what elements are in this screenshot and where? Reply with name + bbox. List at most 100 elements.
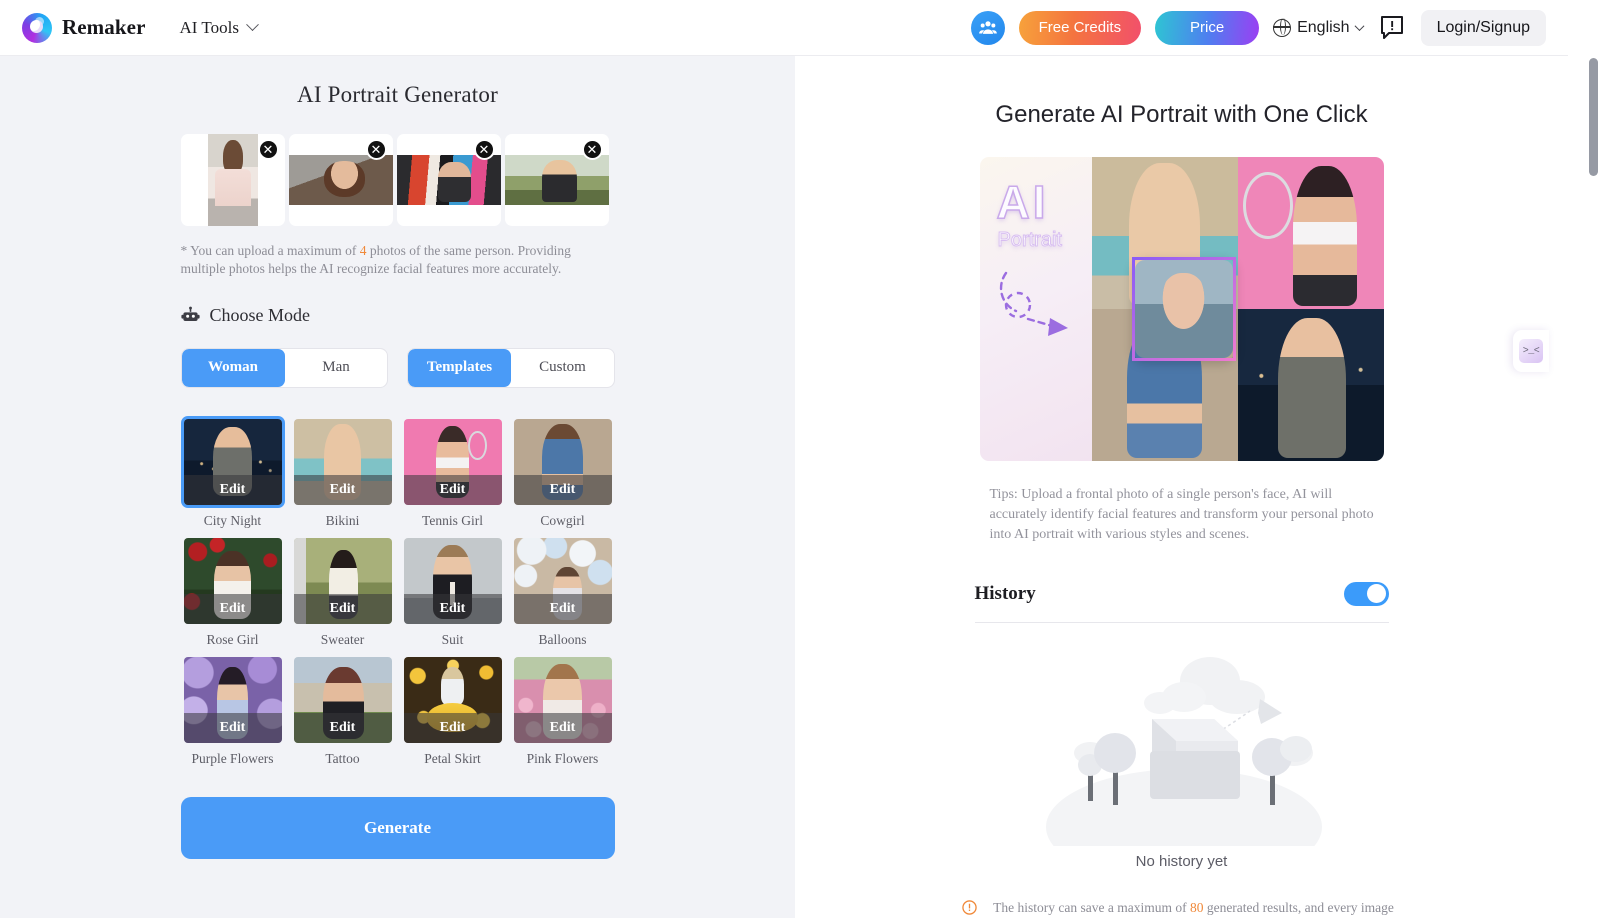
template-edit-button[interactable]: Edit [403,712,502,743]
free-credits-button[interactable]: Free Credits [1018,10,1142,45]
feedback-icon[interactable] [1377,13,1407,43]
template-thumbnail[interactable]: Edit [180,415,285,508]
history-notice: The history can save a maximum of 80 gen… [961,898,1402,918]
template-city-night[interactable]: Edit City Night [180,415,285,529]
template-thumbnail[interactable]: Edit [511,535,615,627]
left-panel: AI Portrait Generator ✕ ✕ ✕ ✕ * You can … [0,56,795,918]
style-option-custom[interactable]: Custom [511,349,614,387]
template-edit-button[interactable]: Edit [513,474,612,505]
price-button[interactable]: Price [1155,10,1260,45]
template-thumbnail[interactable]: Edit [401,654,505,746]
chevron-down-icon [1354,21,1365,32]
template-purple-flowers[interactable]: Edit Purple Flowers [181,654,285,767]
left-content: ✕ ✕ ✕ ✕ * You can upload a maximum of 4 … [180,134,615,859]
tips-text: Tips: Upload a frontal photo of a single… [989,487,1374,542]
hero-photo-tennis [1237,157,1384,309]
template-thumbnail[interactable]: Edit [181,654,285,746]
template-grid: Edit City Night Edit Bikini Edit Tennis … [180,415,615,767]
uploaded-photo-2[interactable]: ✕ [288,134,393,226]
remove-photo-2-button[interactable]: ✕ [365,139,387,160]
template-thumbnail[interactable]: Edit [291,654,395,746]
remove-photo-4-button[interactable]: ✕ [581,139,603,160]
template-edit-button[interactable]: Edit [513,593,612,624]
right-panel-title: Generate AI Portrait with One Click [995,101,1368,128]
template-edit-button[interactable]: Edit [403,474,502,505]
template-pink-flowers[interactable]: Edit Pink Flowers [511,654,615,767]
mode-toggles: Woman Man Templates Custom [180,347,615,388]
template-label: Tattoo [325,750,360,766]
template-edit-button[interactable]: Edit [183,593,282,624]
hero-source-face-inset [1131,257,1236,361]
nav-ai-tools[interactable]: AI Tools [179,17,259,38]
choose-mode-label: Choose Mode [180,305,615,326]
uploaded-photos-row: ✕ ✕ ✕ ✕ [180,134,615,226]
empty-state-text: No history yet [1135,852,1228,870]
photo-preview [504,155,609,205]
history-toggle[interactable] [1343,581,1389,606]
template-edit-button[interactable]: Edit [183,712,282,743]
template-label: Suit [441,631,464,647]
login-signup-button[interactable]: Login/Signup [1420,9,1546,46]
language-selector[interactable]: English [1272,17,1365,37]
page-title: AI Portrait Generator [297,82,498,107]
template-thumbnail[interactable]: Edit [511,654,615,746]
template-edit-button[interactable]: Edit [513,712,612,743]
uploaded-photo-4[interactable]: ✕ [504,134,609,226]
upload-hint-pre: * You can upload a maximum of [180,243,360,258]
nav-ai-tools-label: AI Tools [179,17,239,37]
inset-face [1159,272,1207,334]
template-balloons[interactable]: Edit Balloons [511,535,615,648]
remaker-logo-icon [22,12,52,43]
top-header: Remaker AI Tools Free Credits Price Engl… [0,0,1568,56]
hero-collage: AI Portrait [979,157,1384,461]
template-bikini[interactable]: Edit Bikini [291,416,395,529]
robot-icon [180,306,200,321]
template-suit[interactable]: Edit Suit [401,535,505,648]
template-edit-button[interactable]: Edit [293,474,392,505]
scrollbar-thumb[interactable] [1589,58,1598,176]
brand[interactable]: Remaker [22,12,146,43]
template-petal-skirt[interactable]: Edit Petal Skirt [401,654,505,767]
history-toggle-knob [1367,584,1386,604]
template-thumbnail[interactable]: Edit [291,535,395,627]
generate-button[interactable]: Generate [180,796,615,859]
people-icon[interactable] [970,10,1005,45]
template-label: Petal Skirt [424,750,481,766]
photo-preview [288,155,393,205]
uploaded-photo-3[interactable]: ✕ [396,134,501,226]
remove-photo-1-button[interactable]: ✕ [257,139,279,160]
template-cowgirl[interactable]: Edit Cowgirl [511,416,615,529]
chevron-down-icon [246,18,259,32]
template-tennis-girl[interactable]: Edit Tennis Girl [401,416,505,529]
hero-portrait-text: Portrait [997,229,1062,252]
notice-max: 80 [1189,899,1204,915]
template-thumbnail[interactable]: Edit [511,416,615,508]
gender-option-woman[interactable]: Woman [181,348,285,387]
template-label: Cowgirl [540,512,585,528]
uploaded-photo-1[interactable]: ✕ [180,134,285,226]
template-edit-button[interactable]: Edit [403,593,502,624]
history-notice-text: The history can save a maximum of 80 gen… [986,898,1402,918]
panel-collapse-tab[interactable]: >_< [1513,330,1549,372]
template-sweater[interactable]: Edit Sweater [291,535,395,648]
template-label: Balloons [538,631,587,647]
page-scrollbar[interactable] [1586,56,1600,918]
template-edit-button[interactable]: Edit [293,712,392,743]
template-label: Sweater [320,631,365,647]
template-tattoo[interactable]: Edit Tattoo [291,654,395,767]
photo-preview [207,134,258,226]
remove-photo-3-button[interactable]: ✕ [473,139,495,160]
brand-name: Remaker [62,15,146,39]
template-edit-button[interactable]: Edit [293,593,392,624]
template-thumbnail[interactable]: Edit [401,535,505,627]
template-thumbnail[interactable]: Edit [181,535,285,627]
template-label: Purple Flowers [191,750,274,766]
photo-preview [396,155,501,205]
style-option-templates[interactable]: Templates [408,348,511,387]
template-rose-girl[interactable]: Edit Rose Girl [181,535,285,648]
empty-box-illustration [1045,656,1322,885]
template-thumbnail[interactable]: Edit [401,416,505,508]
template-edit-button[interactable]: Edit [183,474,282,505]
gender-option-man[interactable]: Man [285,349,388,387]
template-thumbnail[interactable]: Edit [291,416,395,508]
